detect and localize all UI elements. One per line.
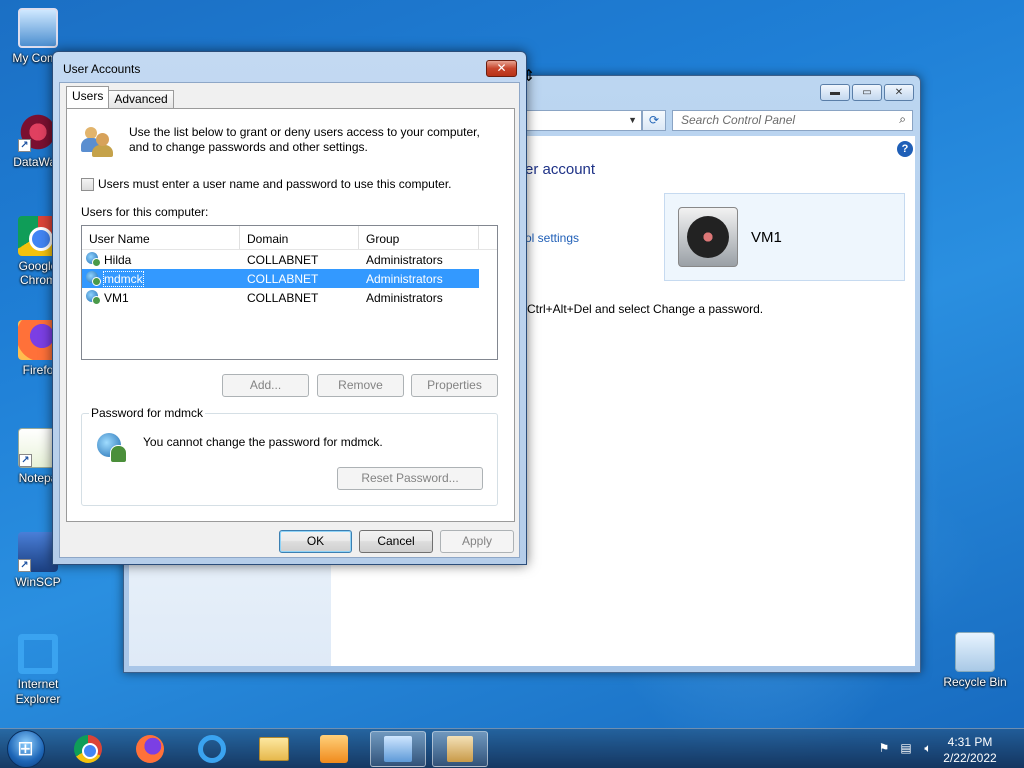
search-icon[interactable]: ⌕ bbox=[899, 112, 906, 127]
properties-button[interactable]: Properties bbox=[411, 374, 498, 397]
tab-advanced[interactable]: Advanced bbox=[108, 90, 174, 108]
close-button[interactable]: ✕ bbox=[486, 60, 517, 77]
clock[interactable]: 4:31 PM 2/22/2022 bbox=[930, 734, 1010, 766]
users-tab-page: Use the list below to grant or deny user… bbox=[66, 108, 515, 522]
user-accounts-dialog[interactable]: User Accounts ✕ Users Advanced Use the l… bbox=[52, 51, 527, 565]
start-button[interactable] bbox=[7, 730, 45, 768]
recycle-bin-icon bbox=[955, 632, 995, 672]
clock-time: 4:31 PM bbox=[947, 735, 993, 749]
media-player-icon bbox=[320, 735, 348, 763]
account-name: VM1 bbox=[751, 229, 782, 246]
desktop-icon-label: Internet Explorer bbox=[15, 677, 61, 706]
apply-button[interactable]: Apply bbox=[440, 530, 514, 553]
password-group-label: Password for mdmck bbox=[89, 406, 206, 420]
desktop-icon-label: WinSCP bbox=[15, 575, 61, 589]
user-icon bbox=[86, 270, 102, 287]
user-domain: COLLABNET bbox=[247, 271, 319, 286]
minimize-button[interactable]: ▬ bbox=[820, 84, 850, 101]
taskbar-user-accounts[interactable] bbox=[432, 731, 488, 767]
table-row[interactable]: Hilda COLLABNET Administrators bbox=[82, 250, 497, 269]
remove-user-button[interactable]: Remove bbox=[317, 374, 404, 397]
user-name: mdmck bbox=[103, 270, 144, 287]
taskbar: ⚑ ▤ 🔈︎ 4:31 PM 2/22/2022 bbox=[0, 728, 1024, 768]
dialog-title: User Accounts bbox=[63, 62, 141, 76]
search-input[interactable]: Search Control Panel ⌕ bbox=[672, 110, 913, 131]
user-icon bbox=[97, 433, 129, 465]
user-group: Administrators bbox=[366, 290, 443, 305]
control-panel-icon bbox=[384, 736, 412, 762]
reset-password-button[interactable]: Reset Password... bbox=[337, 467, 483, 490]
require-password-checkbox[interactable] bbox=[81, 177, 94, 191]
window-controls: ▬ ▭ ✕ bbox=[820, 84, 914, 101]
taskbar-media-player[interactable] bbox=[306, 731, 362, 767]
user-icon bbox=[86, 251, 102, 268]
change-password-hint: Ctrl+Alt+Del and select Change a passwor… bbox=[527, 302, 764, 316]
chevron-down-icon[interactable]: ▼ bbox=[628, 115, 637, 125]
page-heading: er account bbox=[525, 161, 596, 178]
list-body: Hilda COLLABNET Administrators mdmck COL… bbox=[82, 250, 497, 359]
users-list-label: Users for this computer: bbox=[81, 205, 209, 219]
user-accounts-icon bbox=[447, 736, 473, 762]
tab-users[interactable]: Users bbox=[66, 86, 110, 108]
refresh-button[interactable]: ⟳ bbox=[642, 110, 666, 131]
taskbar-chrome[interactable] bbox=[60, 731, 116, 767]
password-status-text: You cannot change the password for mdmck… bbox=[143, 435, 383, 449]
user-name: Hilda bbox=[104, 252, 132, 267]
close-button[interactable]: ✕ bbox=[884, 84, 914, 101]
internet-explorer-icon bbox=[18, 634, 58, 674]
user-group: Administrators bbox=[366, 252, 443, 267]
taskbar-control-panel[interactable] bbox=[370, 731, 426, 767]
list-header: User Name Domain Group bbox=[82, 226, 497, 250]
column-header-user-name[interactable]: User Name bbox=[82, 226, 240, 249]
user-name: VM1 bbox=[104, 290, 129, 305]
chrome-icon bbox=[74, 735, 102, 763]
user-icon bbox=[86, 289, 102, 306]
require-password-label: Users must enter a user name and passwor… bbox=[98, 177, 452, 191]
users-list[interactable]: User Name Domain Group Hilda COLLABNET A… bbox=[81, 225, 498, 360]
user-domain: COLLABNET bbox=[247, 252, 319, 267]
taskbar-internet-explorer[interactable] bbox=[184, 731, 240, 767]
password-groupbox bbox=[81, 413, 498, 506]
address-bar[interactable]: ▼ bbox=[524, 110, 642, 131]
taskbar-explorer[interactable] bbox=[246, 731, 302, 767]
column-header-filler bbox=[479, 226, 497, 249]
user-group: Administrators bbox=[366, 271, 443, 286]
intro-text: Use the list below to grant or deny user… bbox=[129, 125, 480, 154]
maximize-button[interactable]: ▭ bbox=[852, 84, 882, 101]
computer-icon bbox=[18, 8, 58, 48]
search-placeholder: Search Control Panel bbox=[681, 113, 796, 127]
clock-date: 2/22/2022 bbox=[943, 751, 997, 765]
action-center-icon[interactable]: ⚑ bbox=[876, 741, 892, 757]
column-header-group[interactable]: Group bbox=[359, 226, 479, 249]
column-header-domain[interactable]: Domain bbox=[240, 226, 359, 249]
tab-strip: Users Advanced bbox=[66, 86, 174, 108]
user-domain: COLLABNET bbox=[247, 290, 319, 305]
help-icon[interactable]: ? bbox=[897, 141, 913, 157]
require-password-option[interactable]: Users must enter a user name and passwor… bbox=[81, 177, 452, 191]
table-row[interactable]: VM1 COLLABNET Administrators bbox=[82, 288, 497, 307]
desktop-icon-recycle-bin[interactable]: Recycle Bin bbox=[937, 632, 1013, 689]
table-row[interactable]: mdmck COLLABNET Administrators bbox=[82, 269, 479, 288]
users-icon bbox=[81, 125, 113, 157]
desktop-icon-internet-explorer[interactable]: Internet Explorer bbox=[0, 634, 76, 707]
dialog-body: Users Advanced Use the list below to gra… bbox=[59, 82, 520, 558]
internet-explorer-icon bbox=[198, 735, 226, 763]
folder-icon bbox=[259, 737, 289, 761]
settings-link[interactable]: ol settings bbox=[525, 231, 579, 245]
account-card: VM1 bbox=[664, 193, 905, 281]
desktop-icon-label: Recycle Bin bbox=[943, 675, 1007, 689]
cancel-button[interactable]: Cancel bbox=[359, 530, 433, 553]
taskbar-firefox[interactable] bbox=[122, 731, 178, 767]
account-picture bbox=[678, 207, 738, 267]
add-user-button[interactable]: Add... bbox=[222, 374, 309, 397]
network-icon[interactable]: ▤ bbox=[898, 741, 914, 757]
system-tray: ⚑ ▤ 🔈︎ bbox=[876, 741, 936, 757]
ok-button[interactable]: OK bbox=[279, 530, 352, 553]
firefox-icon bbox=[136, 735, 164, 763]
